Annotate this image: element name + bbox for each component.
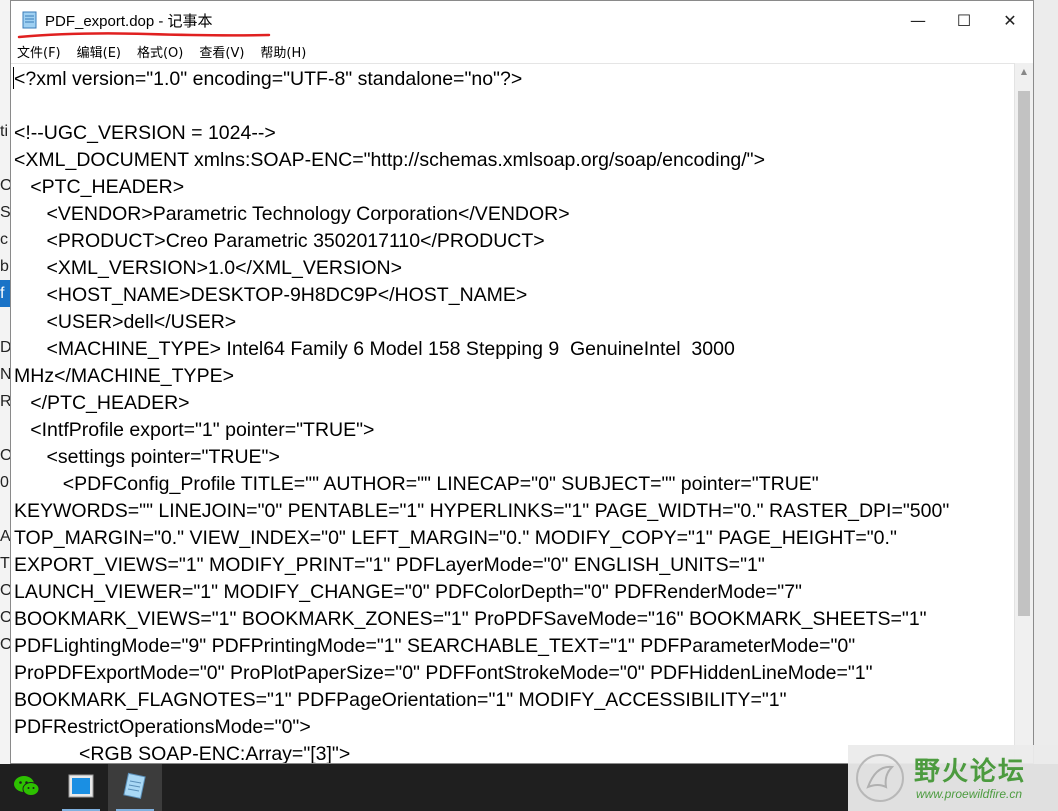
close-icon: ✕ [1003, 10, 1017, 30]
notepad-icon [21, 11, 39, 29]
menu-bar: 文件(F) 编辑(E) 格式(O) 查看(V) 帮助(H) [11, 39, 1033, 63]
minimize-button[interactable]: — [895, 1, 941, 39]
minimize-icon: — [910, 10, 926, 30]
text-editor-area[interactable]: <?xml version="1.0" encoding="UTF-8" sta… [11, 63, 1015, 763]
background-letter: 0 [0, 474, 9, 491]
background-letter: f [0, 280, 10, 307]
background-letter: ti [0, 123, 8, 140]
background-letter: c [0, 231, 8, 248]
scrollbar-thumb[interactable] [1018, 91, 1030, 616]
background-letter: T [0, 555, 10, 572]
menu-view[interactable]: 查看(V) [193, 42, 252, 61]
title-bar[interactable]: PDF_export.dop - 记事本 — ☐ ✕ [11, 1, 1033, 39]
taskbar-notepad[interactable] [108, 764, 162, 811]
maximize-icon: ☐ [956, 10, 972, 30]
menu-format[interactable]: 格式(O) [131, 42, 191, 61]
menu-file[interactable]: 文件(F) [11, 42, 69, 61]
taskbar-app-window[interactable] [54, 764, 108, 811]
caption-buttons: — ☐ ✕ [895, 1, 1033, 39]
watermark-logo [856, 754, 904, 802]
taskbar-wechat[interactable] [0, 764, 54, 811]
close-button[interactable]: ✕ [987, 1, 1033, 39]
background-letter: b [0, 258, 9, 275]
menu-edit[interactable]: 编辑(E) [71, 42, 129, 61]
background-window-edge-right [1034, 0, 1058, 764]
watermark: 野火论坛 www.proewildfire.cn [848, 745, 1058, 811]
wechat-icon [13, 774, 41, 802]
maximize-button[interactable]: ☐ [941, 1, 987, 39]
vertical-scrollbar[interactable]: ▲ [1014, 63, 1033, 763]
notepad-taskbar-icon [122, 772, 148, 804]
notepad-window: PDF_export.dop - 记事本 — ☐ ✕ 文件(F) 编辑(E) 格… [10, 0, 1034, 764]
red-underline-annotation [17, 32, 271, 39]
menu-help[interactable]: 帮助(H) [254, 42, 314, 61]
document-text[interactable]: <?xml version="1.0" encoding="UTF-8" sta… [11, 64, 1015, 763]
window-app-icon [67, 773, 95, 803]
watermark-url: www.proewildfire.cn [916, 787, 1023, 801]
text-caret [13, 67, 14, 89]
window-title: PDF_export.dop - 记事本 [45, 12, 213, 30]
scroll-up-icon[interactable]: ▲ [1015, 63, 1033, 80]
watermark-title: 野火论坛 [914, 757, 1027, 787]
